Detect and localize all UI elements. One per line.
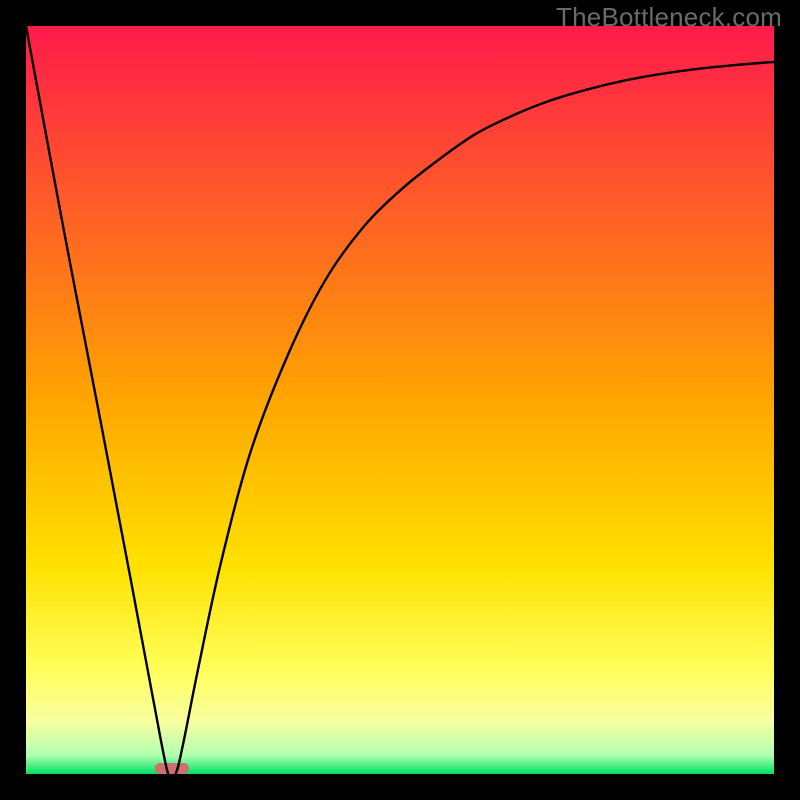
watermark-text: TheBottleneck.com: [556, 2, 782, 33]
chart-frame: TheBottleneck.com: [0, 0, 800, 800]
plot-area: [26, 26, 774, 774]
optimal-marker: [155, 763, 189, 774]
bottleneck-chart: [26, 26, 774, 774]
gradient-background: [26, 26, 774, 774]
